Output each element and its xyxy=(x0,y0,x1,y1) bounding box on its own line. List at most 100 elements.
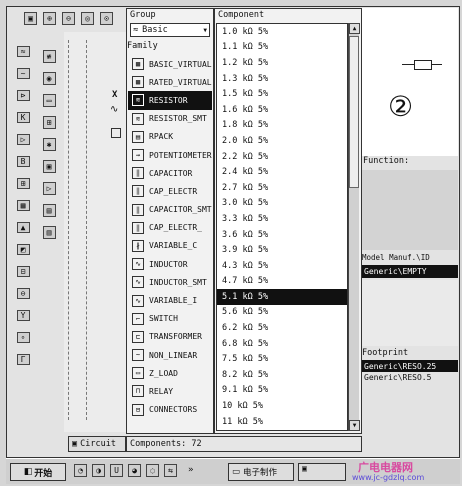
scroll-thumb[interactable] xyxy=(349,36,359,188)
schematic-area[interactable]: X ∿ xyxy=(64,32,126,432)
family-item[interactable]: ‖ CAP_ELECTR_ xyxy=(128,219,212,237)
family-item[interactable]: ∦ VARIABLE_C xyxy=(128,237,212,255)
component-item[interactable]: 1.2 kΩ 5% xyxy=(217,55,347,71)
zoom-out-icon[interactable]: ⊖ xyxy=(62,12,75,25)
task-multisim[interactable]: ▣ xyxy=(298,463,346,481)
cmos-icon[interactable]: ⊞ xyxy=(16,178,30,189)
component-item[interactable]: 1.0 kΩ 5% xyxy=(217,24,347,40)
footprint-selected[interactable]: Generic\RESO.25 xyxy=(362,360,458,372)
family-item[interactable]: ∿ INDUCTOR xyxy=(128,255,212,273)
place-wire-icon[interactable]: Γ xyxy=(16,354,30,365)
component-item[interactable]: 2.7 kΩ 5% xyxy=(217,180,347,196)
component-item[interactable]: 3.3 kΩ 5% xyxy=(217,211,347,227)
quick-launch-4-icon[interactable]: ◕ xyxy=(128,464,141,477)
instrument-3-icon[interactable]: ▭ xyxy=(42,94,56,107)
component-item[interactable]: 8.2 kΩ 5% xyxy=(217,367,347,383)
family-item[interactable]: ∿ INDUCTOR_SMT xyxy=(128,273,212,291)
component-item[interactable]: 7.5 kΩ 5% xyxy=(217,351,347,367)
family-item[interactable]: ⌐ SWITCH xyxy=(128,310,212,328)
task-electronics[interactable]: ▭ 电子制作 xyxy=(228,463,294,481)
indicator-icon[interactable]: ◩ xyxy=(16,244,30,255)
family-item[interactable]: ∿ VARIABLE_I xyxy=(128,291,212,309)
component-item[interactable]: 9.1 kΩ 5% xyxy=(217,383,347,399)
family-item[interactable]: ▤ RPACK xyxy=(128,128,212,146)
family-item[interactable]: ⊏ TRANSFORMER xyxy=(128,328,212,346)
component-item[interactable]: 6.8 kΩ 5% xyxy=(217,336,347,352)
component-item[interactable]: 5.1 kΩ 5% xyxy=(217,289,347,305)
family-item[interactable]: ⇝ POTENTIOMETER xyxy=(128,146,212,164)
family-item[interactable]: ≋ RESISTOR_SMT xyxy=(128,110,212,128)
start-button[interactable]: ◧ 开始 xyxy=(10,463,66,481)
component-item[interactable]: 3.0 kΩ 5% xyxy=(217,196,347,212)
component-item[interactable]: 2.4 kΩ 5% xyxy=(217,164,347,180)
zoom-area-icon[interactable]: ◎ xyxy=(81,12,94,25)
component-item[interactable]: 3.6 kΩ 5% xyxy=(217,227,347,243)
ttl-icon[interactable]: B xyxy=(16,156,30,167)
instrument-8-icon[interactable]: ▤ xyxy=(42,204,56,217)
family-item[interactable]: ‖ CAPACITOR_SMT xyxy=(128,201,212,219)
instrument-6-icon[interactable]: ▣ xyxy=(42,160,56,173)
model-selected[interactable]: Generic\EMPTY xyxy=(362,265,458,278)
family-item[interactable]: ~ NON_LINEAR xyxy=(128,346,212,364)
basic-icon[interactable]: ~ xyxy=(16,68,30,79)
component-item[interactable]: 5.6 kΩ 5% xyxy=(217,305,347,321)
instrument-4-icon[interactable]: ⊞ xyxy=(42,116,56,129)
instrument-7-icon[interactable]: ▷ xyxy=(42,182,56,195)
instrument-1-icon[interactable]: ≢ xyxy=(42,50,56,63)
component-item[interactable]: 1.8 kΩ 5% xyxy=(217,118,347,134)
group-select[interactable]: ≈ Basic ▼ xyxy=(130,23,210,37)
electromech-icon[interactable]: Y xyxy=(16,310,30,321)
component-item[interactable]: 4.7 kΩ 5% xyxy=(217,274,347,290)
component-item[interactable]: 1.1 kΩ 5% xyxy=(217,40,347,56)
analog-icon[interactable]: ▷ xyxy=(16,134,30,145)
family-item[interactable]: ▩ RATED_VIRTUAL xyxy=(128,73,212,91)
quick-launch-3-icon[interactable]: U xyxy=(110,464,123,477)
family-item[interactable]: ‖ CAP_ELECTR xyxy=(128,182,212,200)
ac-source-icon: ∿ xyxy=(110,104,119,115)
family-item-icon: ‖ xyxy=(132,167,144,180)
tab-circuit[interactable]: ▣ Circuit xyxy=(68,436,126,452)
component-item[interactable]: 11 kΩ 5% xyxy=(217,414,347,430)
transistor-icon[interactable]: K xyxy=(16,112,30,123)
zoom-fit-icon[interactable]: ⊙ xyxy=(100,12,113,25)
component-item[interactable]: 1.6 kΩ 5% xyxy=(217,102,347,118)
instrument-5-icon[interactable]: ✱ xyxy=(42,138,56,151)
family-item-label: INDUCTOR_SMT xyxy=(149,277,207,287)
quick-launch-1-icon[interactable]: ◔ xyxy=(74,464,87,477)
mixed-icon[interactable]: ▲ xyxy=(16,222,30,233)
source-icon[interactable]: ≈ xyxy=(16,46,30,57)
family-item[interactable]: ⊟ CONNECTORS xyxy=(128,401,212,419)
component-item[interactable]: 1.3 kΩ 5% xyxy=(217,71,347,87)
basic-group-icon: ≈ xyxy=(133,25,139,35)
quick-launch-5-icon[interactable]: ◌ xyxy=(146,464,159,477)
instrument-9-icon[interactable]: ▥ xyxy=(42,226,56,239)
misc-digital-icon[interactable]: ▦ xyxy=(16,200,30,211)
family-item[interactable]: ⊓ RELAY xyxy=(128,382,212,400)
component-item[interactable]: 6.2 kΩ 5% xyxy=(217,320,347,336)
component-item[interactable]: 1.5 kΩ 5% xyxy=(217,86,347,102)
family-item-label: POTENTIOMETER xyxy=(149,150,212,160)
diode-icon[interactable]: ⊳ xyxy=(16,90,30,101)
quick-launch-2-icon[interactable]: ◑ xyxy=(92,464,105,477)
family-item[interactable]: ‖ CAPACITOR xyxy=(128,164,212,182)
component-item[interactable]: 3.9 kΩ 5% xyxy=(217,242,347,258)
scroll-up-icon[interactable]: ▲ xyxy=(349,23,360,34)
component-scrollbar[interactable]: ▲ ▼ xyxy=(348,23,360,431)
rf-icon[interactable]: ⊖ xyxy=(16,288,30,299)
quick-launch-6-icon[interactable]: ⇆ xyxy=(164,464,177,477)
family-item[interactable]: ▭ Z_LOAD xyxy=(128,364,212,382)
component-item[interactable]: 2.0 kΩ 5% xyxy=(217,133,347,149)
footprint-item[interactable]: Generic\RESO.5 xyxy=(364,373,431,382)
instrument-2-icon[interactable]: ◉ xyxy=(42,72,56,85)
zoom-in-icon[interactable]: ⊕ xyxy=(43,12,56,25)
family-item-label: RESISTOR_SMT xyxy=(149,114,207,124)
component-item[interactable]: 2.2 kΩ 5% xyxy=(217,149,347,165)
family-item[interactable]: ≋ RESISTOR xyxy=(128,91,212,110)
family-item[interactable]: ▩ BASIC_VIRTUAL xyxy=(128,55,212,73)
component-item[interactable]: 4.3 kΩ 5% xyxy=(217,258,347,274)
component-icon[interactable]: ▣ xyxy=(24,12,37,25)
ladder-icon[interactable]: ∘ xyxy=(16,332,30,343)
scroll-down-icon[interactable]: ▼ xyxy=(349,420,360,431)
component-item[interactable]: 10 kΩ 5% xyxy=(217,398,347,414)
misc-icon[interactable]: ⊟ xyxy=(16,266,30,277)
